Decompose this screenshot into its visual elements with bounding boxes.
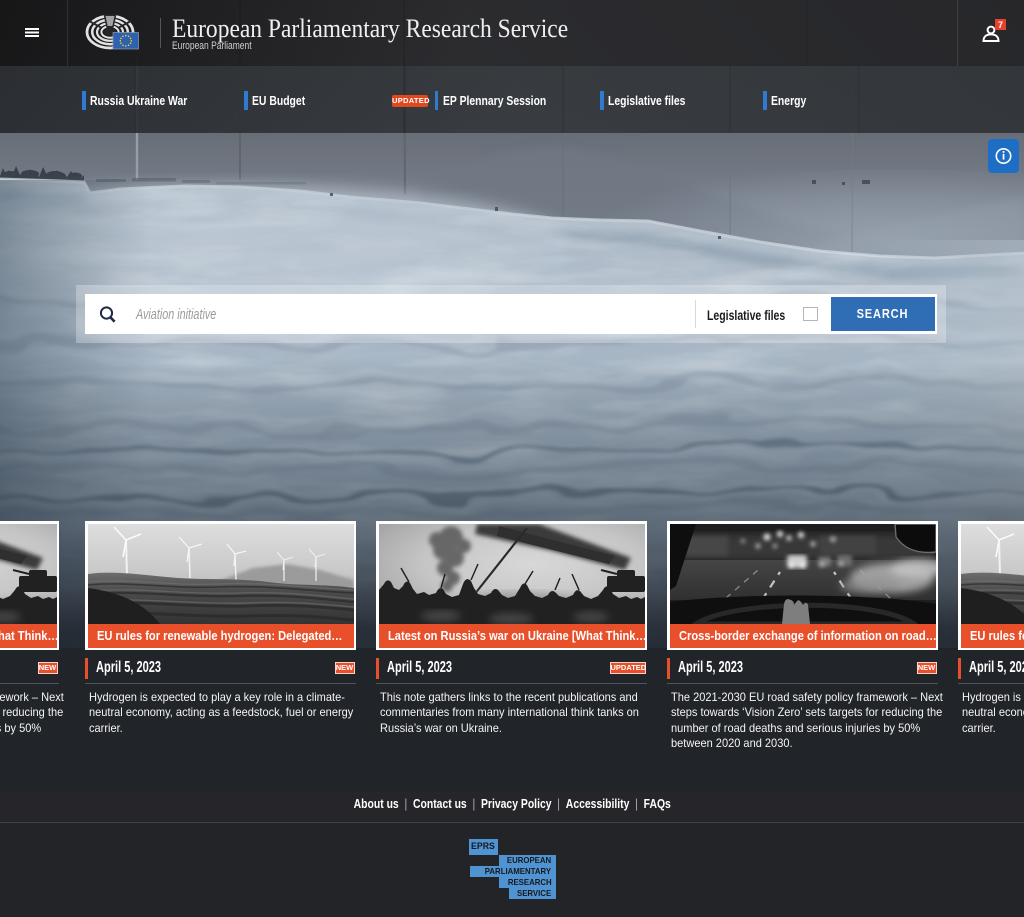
svg-text:7: 7 (998, 20, 1003, 30)
